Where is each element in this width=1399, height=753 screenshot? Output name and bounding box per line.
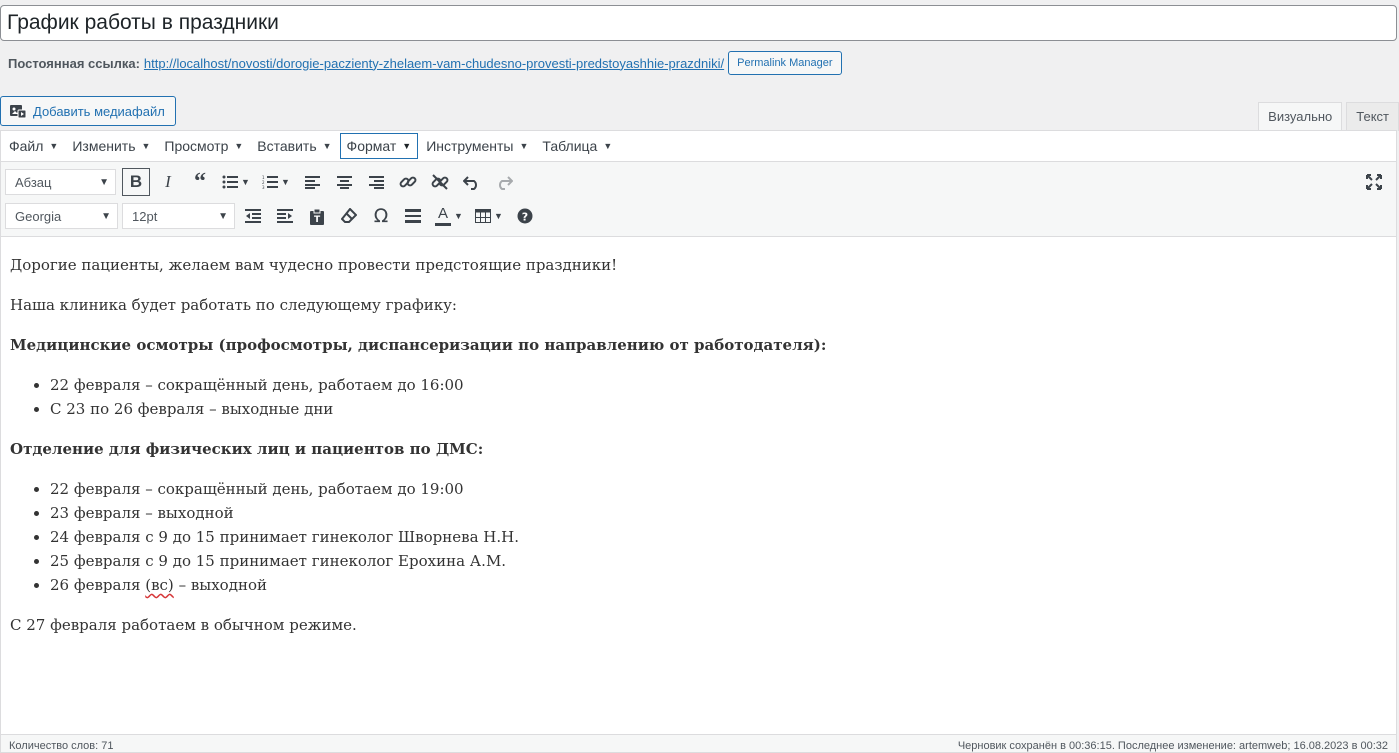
chevron-down-icon: ▼: [241, 177, 250, 187]
add-media-label: Добавить медиафайл: [33, 103, 165, 119]
list-item: С 23 по 26 февраля – выходные дни: [50, 397, 1387, 421]
menu-table-label: Таблица: [542, 138, 598, 154]
align-center-icon[interactable]: [330, 168, 358, 196]
toolbar-row-2: Georgia ▼ 12pt ▼ T Ω A ▼ ▼ ?: [5, 202, 539, 230]
blockquote-icon[interactable]: “: [186, 168, 214, 196]
redo-icon[interactable]: [490, 168, 518, 196]
menu-edit[interactable]: Изменить ▼: [66, 133, 156, 159]
menu-table[interactable]: Таблица ▼: [536, 133, 618, 159]
menu-tools[interactable]: Инструменты ▼: [420, 133, 534, 159]
menu-view-label: Просмотр: [164, 138, 229, 154]
paragraph-greeting: Дорогие пациенты, желаем вам чудесно про…: [10, 256, 618, 274]
list-item: 25 февраля с 9 до 15 принимает гинеколог…: [50, 549, 1387, 573]
title-area: [0, 5, 1397, 41]
bold-icon[interactable]: B: [122, 168, 150, 196]
permalink-label: Постоянная ссылка:: [8, 55, 140, 71]
list-department: 22 февраля – сокращённый день, работаем …: [10, 477, 1387, 597]
list-item: 26 февраля (вс) – выходной: [50, 573, 1387, 597]
table-icon[interactable]: ▼: [471, 202, 507, 230]
font-family-value: Georgia: [15, 208, 62, 224]
clear-formatting-icon[interactable]: [335, 202, 363, 230]
text-color-glyph: A: [435, 206, 452, 226]
undo-icon[interactable]: [458, 168, 486, 196]
editor-tabs: Визуально Текст: [1258, 102, 1399, 132]
menu-insert[interactable]: Вставить ▼: [251, 133, 337, 159]
list-medical-exams: 22 февраля – сокращённый день, работаем …: [10, 373, 1387, 421]
permalink-row: Постоянная ссылка: http://localhost/novo…: [8, 50, 842, 76]
chevron-down-icon: ▼: [402, 141, 412, 151]
save-status: Черновик сохранён в 00:36:15. Последнее …: [957, 740, 1388, 752]
chevron-down-icon: ▼: [218, 210, 228, 222]
font-size-value: 12pt: [132, 208, 158, 224]
heading-medical-exams: Медицинские осмотры (профосмотры, диспан…: [10, 336, 827, 354]
horizontal-line-icon[interactable]: [399, 202, 427, 230]
editor: Файл ▼ Изменить ▼ Просмотр ▼ Вставить ▼ Форм…: [0, 130, 1397, 753]
paragraph-format-value: Абзац: [15, 174, 52, 190]
chevron-down-icon: ▼: [234, 141, 244, 151]
help-icon[interactable]: ?: [511, 202, 539, 230]
tab-text[interactable]: Текст: [1346, 102, 1399, 131]
menu-insert-label: Вставить: [257, 138, 317, 154]
indent-icon[interactable]: [271, 202, 299, 230]
editor-content[interactable]: Дорогие пациенты, желаем вам чудесно про…: [1, 237, 1396, 734]
add-media-button[interactable]: Добавить медиафайл: [0, 96, 176, 126]
list-item: 23 февраля – выходной: [50, 501, 1387, 525]
post-title-input[interactable]: [0, 5, 1397, 41]
menu-file-label: Файл: [9, 138, 44, 154]
bullet-list-icon[interactable]: ▼: [218, 168, 254, 196]
list-item: 22 февраля – сокращённый день, работаем …: [50, 373, 1387, 397]
chevron-down-icon: ▼: [99, 176, 109, 188]
link-icon[interactable]: [394, 168, 422, 196]
list-item-suffix: – выходной: [173, 576, 267, 594]
font-family-select[interactable]: Georgia ▼: [5, 203, 118, 229]
spellcheck-marked-word: (вс): [145, 576, 174, 594]
text-color-icon[interactable]: A ▼: [431, 202, 467, 230]
paragraph-format-select[interactable]: Абзац ▼: [5, 169, 116, 195]
chevron-down-icon: ▼: [519, 141, 529, 151]
menu-edit-label: Изменить: [72, 138, 136, 154]
chevron-down-icon: ▼: [141, 141, 151, 151]
toolbar-row-1: Абзац ▼ B I “ ▼ 1 2 3 ▼: [5, 168, 518, 196]
chevron-down-icon: ▼: [281, 177, 290, 187]
numbered-list-icon[interactable]: 1 2 3 ▼: [258, 168, 294, 196]
heading-department: Отделение для физических лиц и пациентов…: [10, 440, 484, 458]
paste-text-icon[interactable]: T: [303, 202, 331, 230]
chevron-down-icon: ▼: [101, 210, 111, 222]
italic-icon[interactable]: I: [154, 168, 182, 196]
list-item-prefix: 26 февраля: [50, 576, 146, 594]
menu-tools-label: Инструменты: [426, 138, 514, 154]
permalink-manager-button[interactable]: Permalink Manager: [728, 51, 842, 75]
unlink-icon[interactable]: [426, 168, 454, 196]
menubar: Файл ▼ Изменить ▼ Просмотр ▼ Вставить ▼ Форм…: [1, 131, 1396, 162]
list-item: 24 февраля с 9 до 15 принимает гинеколог…: [50, 525, 1387, 549]
chevron-down-icon: ▼: [603, 141, 613, 151]
status-bar: Количество слов: 71 Черновик сохранён в …: [1, 734, 1396, 752]
special-char-icon[interactable]: Ω: [367, 202, 395, 230]
svg-text:3: 3: [262, 185, 265, 189]
permalink-link[interactable]: http://localhost/novosti/dorogie-paczien…: [144, 56, 724, 71]
chevron-down-icon: ▼: [494, 211, 503, 221]
paragraph-closing: С 27 февраля работаем в обычном режиме.: [10, 616, 357, 634]
menu-file[interactable]: Файл ▼: [3, 133, 64, 159]
align-right-icon[interactable]: [362, 168, 390, 196]
font-size-select[interactable]: 12pt ▼: [122, 203, 235, 229]
toolbar: Абзац ▼ B I “ ▼ 1 2 3 ▼ Georgia ▼ 12pt ▼…: [1, 162, 1396, 237]
menu-format[interactable]: Формат ▼: [339, 133, 419, 159]
chevron-down-icon: ▼: [322, 141, 332, 151]
media-icon: [9, 102, 27, 120]
svg-text:T: T: [314, 215, 321, 225]
menu-format-label: Формат: [346, 138, 397, 154]
align-left-icon[interactable]: [298, 168, 326, 196]
list-item: 22 февраля – сокращённый день, работаем …: [50, 477, 1387, 501]
menu-view[interactable]: Просмотр ▼: [158, 133, 249, 159]
word-count: Количество слов: 71: [9, 740, 114, 752]
fullscreen-icon[interactable]: [1360, 168, 1388, 196]
svg-text:?: ?: [522, 210, 528, 223]
tab-visual[interactable]: Визуально: [1258, 102, 1343, 132]
paragraph-intro: Наша клиника будет работать по следующем…: [10, 296, 457, 314]
chevron-down-icon: ▼: [49, 141, 59, 151]
outdent-icon[interactable]: [239, 202, 267, 230]
chevron-down-icon: ▼: [454, 211, 463, 221]
